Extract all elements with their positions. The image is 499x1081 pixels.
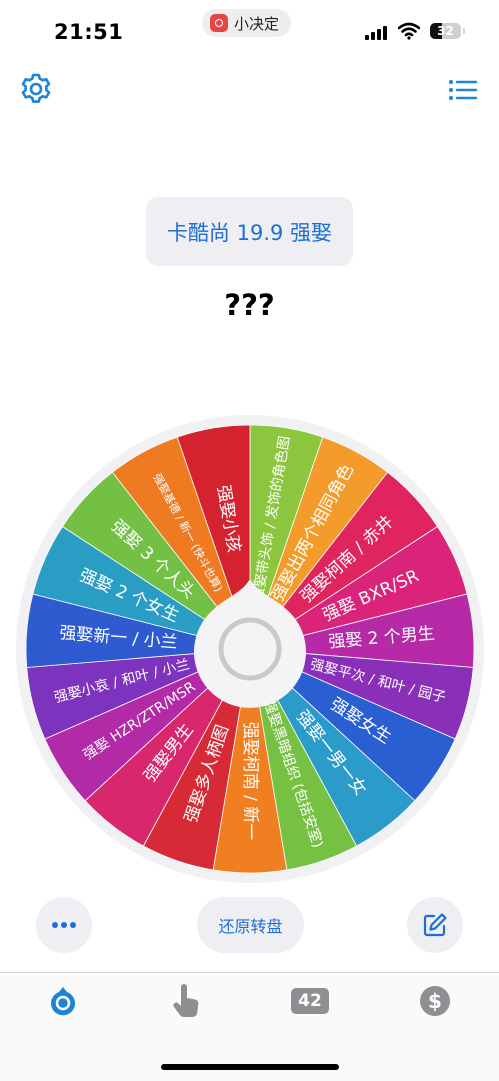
gear-icon[interactable] <box>19 72 53 106</box>
count-badge: 42 <box>291 988 329 1014</box>
edit-button[interactable] <box>407 897 463 953</box>
tab-count[interactable]: 42 <box>290 981 330 1021</box>
result-text: ??? <box>224 288 275 322</box>
wheel-icon <box>51 987 75 1016</box>
tab-wheel[interactable] <box>43 981 83 1021</box>
app-name: 小决定 <box>234 14 280 33</box>
app-indicator[interactable]: 小决定 <box>202 9 292 37</box>
battery-level: 32 <box>437 24 454 38</box>
app-icon <box>210 14 228 32</box>
tab-hand[interactable] <box>167 981 207 1021</box>
home-indicator <box>161 1064 339 1070</box>
list-icon[interactable] <box>447 75 479 105</box>
edit-icon <box>423 913 447 937</box>
battery-icon: 32 <box>430 23 465 39</box>
tab-dollar[interactable]: $ <box>415 981 455 1021</box>
svg-text:$: $ <box>428 989 442 1013</box>
wheel-svg[interactable]: 强娶带头饰 / 发饰的角色图强娶出两个相同角色强娶柯南 / 赤井强娶 BXR/S… <box>14 413 486 885</box>
wifi-icon <box>398 22 420 40</box>
restore-wheel-button[interactable]: 还原转盘 <box>197 897 304 953</box>
status-bar: 21:51 小决定 32 <box>0 0 499 60</box>
status-time: 21:51 <box>54 20 124 44</box>
ellipsis-icon <box>52 922 76 928</box>
signal-icon <box>365 26 387 40</box>
dollar-icon: $ <box>420 986 450 1016</box>
hand-pointer-icon <box>173 984 199 1018</box>
wheel-title-button[interactable]: 卡酷尚 19.9 强娶 <box>146 197 353 266</box>
wheel-segment-label: 强娶柯南 / 新一 <box>240 722 260 841</box>
spin-wheel[interactable]: 强娶带头饰 / 发饰的角色图 强娶出两个相同角色 强娶柯南 / 赤井 强娶 BXR/S… <box>14 413 486 885</box>
more-button[interactable] <box>36 897 92 953</box>
